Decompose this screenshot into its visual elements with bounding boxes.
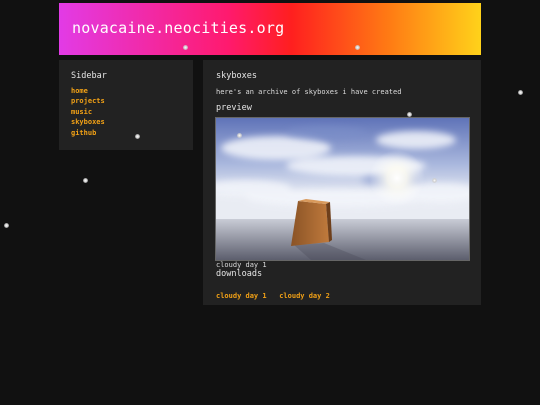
sidebar-link-projects[interactable]: projects (71, 96, 105, 106)
skybox-preview[interactable] (215, 117, 470, 261)
snowflake-decoration (355, 45, 360, 50)
sidebar-title: Sidebar (71, 71, 107, 81)
downloads-list: cloudy day 1 cloudy day 2 (216, 283, 333, 302)
snowflake-decoration (237, 133, 242, 138)
download-link-cloudy-day-2[interactable]: cloudy day 2 (279, 292, 330, 300)
page-title: skyboxes (216, 71, 257, 81)
snowflake-decoration (183, 45, 188, 50)
sidebar-link-github[interactable]: github (71, 128, 105, 138)
sidebar-link-skyboxes[interactable]: skyboxes (71, 117, 105, 127)
snowflake-decoration (407, 112, 412, 117)
site-header: novacaine.neocities.org (59, 3, 481, 55)
main-content: skyboxes here's an archive of skyboxes i… (203, 60, 481, 305)
snowflake-decoration (83, 178, 88, 183)
sidebar-link-music[interactable]: music (71, 107, 105, 117)
download-link-cloudy-day-1[interactable]: cloudy day 1 (216, 292, 267, 300)
snowflake-decoration (135, 134, 140, 139)
sidebar-link-home[interactable]: home (71, 86, 105, 96)
site-title: novacaine.neocities.org (72, 19, 285, 37)
intro-text: here's an archive of skyboxes i have cre… (216, 88, 402, 96)
sidebar-nav: home projects music skyboxes github (71, 86, 105, 138)
preview-caption: cloudy day 1 (216, 261, 267, 269)
snowflake-decoration (4, 223, 9, 228)
page: novacaine.neocities.org Sidebar home pro… (0, 0, 540, 405)
snowflake-decoration (518, 90, 523, 95)
sidebar: Sidebar home projects music skyboxes git… (59, 60, 193, 150)
snowflake-decoration (432, 178, 437, 183)
preview-heading: preview (216, 103, 252, 113)
skybox-preview-image (216, 118, 469, 260)
downloads-heading: downloads (216, 269, 263, 279)
